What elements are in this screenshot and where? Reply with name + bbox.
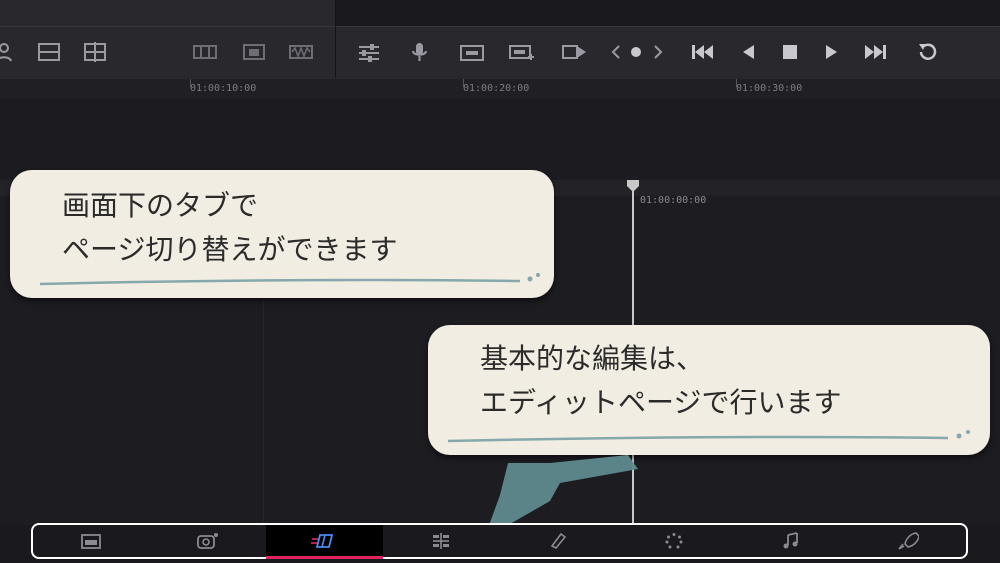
callout-line: 画面下のタブで bbox=[62, 189, 259, 222]
tab-edit[interactable] bbox=[266, 525, 383, 559]
split-view-icon[interactable] bbox=[81, 39, 109, 65]
tab-deliver[interactable] bbox=[849, 525, 966, 557]
timeline-toolbar bbox=[0, 26, 1000, 80]
page-tabs bbox=[31, 523, 968, 559]
color-page-icon bbox=[550, 532, 566, 550]
tab-media[interactable] bbox=[33, 525, 150, 557]
poi-icon[interactable] bbox=[458, 39, 486, 65]
stop-icon[interactable] bbox=[776, 39, 804, 65]
ruler-timecode: 01:00:20:00 bbox=[463, 83, 530, 94]
ruler-timecode: 01:00:10:00 bbox=[190, 83, 257, 94]
fairlight-page-icon bbox=[665, 533, 683, 549]
cut-page-icon bbox=[197, 533, 218, 549]
track-divider bbox=[263, 300, 264, 525]
skip-back-icon[interactable] bbox=[688, 39, 716, 65]
clip-thumbnail-icon[interactable] bbox=[240, 39, 268, 65]
media-page-icon bbox=[81, 534, 102, 549]
clip-filmstrip-icon[interactable] bbox=[191, 39, 219, 65]
clip-waveform-icon[interactable] bbox=[287, 39, 315, 65]
timeline-ruler[interactable]: 01:00:10:00 01:00:20:00 01:00:30:00 bbox=[0, 79, 1000, 99]
person-icon[interactable] bbox=[0, 39, 22, 65]
snapshot-play-icon[interactable] bbox=[560, 39, 588, 65]
panel-divider bbox=[335, 0, 336, 78]
edit-page-icon bbox=[310, 534, 333, 548]
tab-fusion[interactable] bbox=[383, 525, 500, 557]
mixer-sliders-icon[interactable] bbox=[355, 39, 383, 65]
tab-cut[interactable] bbox=[150, 525, 267, 557]
viewer-panel-edge bbox=[0, 0, 335, 26]
music-page-icon bbox=[783, 532, 798, 549]
callout-edit-page: 基本的な編集は、 エディットページで行います bbox=[428, 325, 990, 455]
microphone-icon[interactable] bbox=[406, 39, 434, 65]
deliver-page-icon bbox=[898, 532, 919, 550]
poi-add-icon[interactable] bbox=[507, 39, 535, 65]
skip-forward-icon[interactable] bbox=[862, 39, 890, 65]
ruler-timecode: 01:00:30:00 bbox=[736, 83, 803, 94]
callout-line: 基本的な編集は、 bbox=[480, 342, 705, 375]
play-icon[interactable] bbox=[817, 39, 845, 65]
upper-timeline-area[interactable] bbox=[0, 99, 1000, 179]
callout-line: エディットページで行います bbox=[480, 386, 842, 419]
next-marker-icon[interactable] bbox=[644, 39, 672, 65]
top-strip bbox=[0, 0, 1000, 26]
tab-color[interactable] bbox=[500, 525, 617, 557]
tab-fairlight[interactable] bbox=[616, 525, 733, 557]
tab-music[interactable] bbox=[733, 525, 850, 557]
fusion-page-icon bbox=[433, 533, 450, 549]
callout-underline bbox=[39, 273, 540, 286]
callout-underline bbox=[447, 430, 970, 443]
reverse-play-icon[interactable] bbox=[734, 39, 762, 65]
loop-icon[interactable] bbox=[914, 39, 942, 65]
callout-line: ページ切り替えができます bbox=[62, 233, 398, 266]
playhead-timecode: 01:00:00:00 bbox=[640, 195, 707, 206]
single-view-icon[interactable] bbox=[35, 39, 63, 65]
callout-page-tabs: 画面下のタブで ページ切り替えができます bbox=[10, 170, 554, 298]
